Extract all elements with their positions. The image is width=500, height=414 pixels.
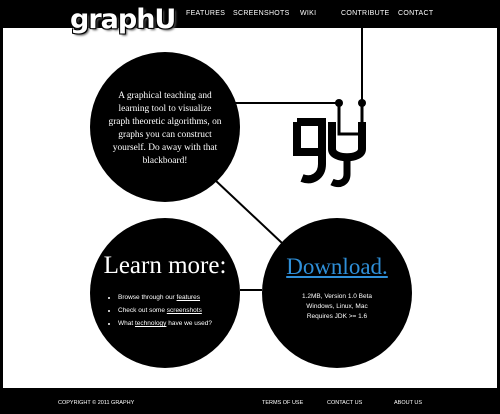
footer-contact-link[interactable]: CONTACT US <box>327 400 362 406</box>
intro-circle: A graphical teaching and learning tool t… <box>90 52 240 202</box>
download-link[interactable]: Download. <box>262 254 412 280</box>
learn-more-list: Browse through our features Check out so… <box>108 291 212 330</box>
download-platforms: Windows, Linux, Mac <box>306 303 368 310</box>
list-item: What technology have we used? <box>118 317 212 330</box>
graphu-logo-icon <box>293 99 366 188</box>
technology-link[interactable]: technology <box>135 320 166 327</box>
download-info: 1.2MB, Version 1.0 Beta Windows, Linux, … <box>262 292 412 322</box>
footer-about-link[interactable]: ABOUT US <box>394 400 422 406</box>
graph-edges <box>214 28 363 291</box>
footer-terms-link[interactable]: TERMS OF USE <box>262 400 303 406</box>
copyright-text: COPYRIGHT © 2011 GRAPHY <box>58 400 135 406</box>
intro-text: A graphical teaching and learning tool t… <box>108 91 222 166</box>
edge-intro-download <box>214 179 283 244</box>
download-size-version: 1.2MB, Version 1.0 Beta <box>301 293 373 300</box>
footer-bar: COPYRIGHT © 2011 GRAPHY TERMS OF USE CON… <box>0 388 500 414</box>
list-item: Browse through our features <box>118 291 212 304</box>
learn-more-heading: Learn more: <box>103 252 227 279</box>
features-link[interactable]: features <box>177 294 201 301</box>
download-requirements: Requires JDK >= 1.6 <box>306 313 368 320</box>
download-circle: Download. 1.2MB, Version 1.0 Beta Window… <box>262 218 412 368</box>
list-item: Check out some screenshots <box>118 304 212 317</box>
learn-more-circle: Learn more: Browse through our features … <box>90 218 240 368</box>
screenshots-link[interactable]: screenshots <box>167 307 202 314</box>
